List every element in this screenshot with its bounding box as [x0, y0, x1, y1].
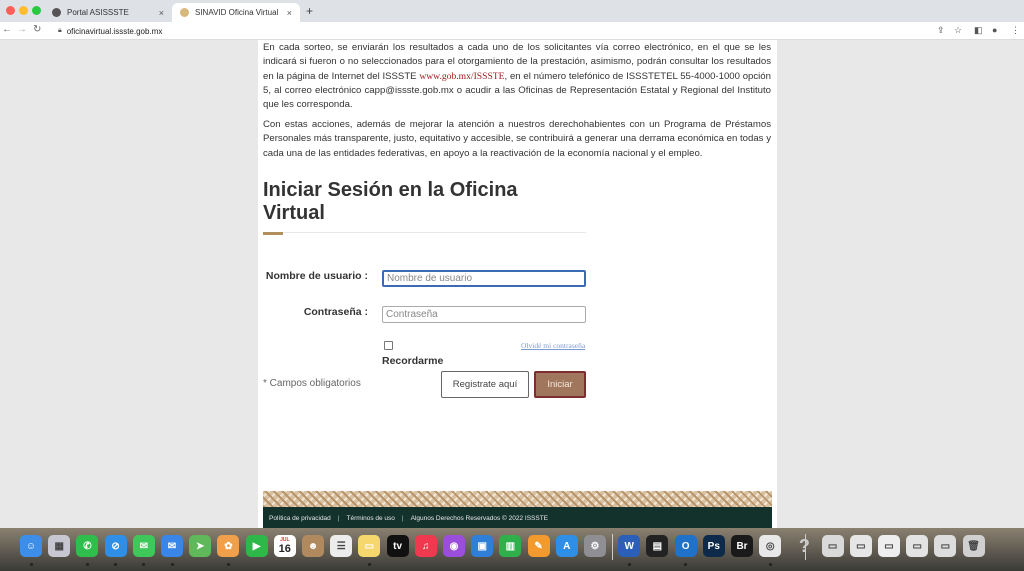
dock-divider [612, 534, 613, 560]
dock-safari-icon[interactable]: ⊘ [104, 535, 127, 557]
share-icon[interactable]: ⇪ [937, 25, 945, 36]
dock-window-thumb-1-icon[interactable]: ▭ [821, 535, 844, 557]
browser-tab-bar: Portal ASISSSTE × SINAVID Oficina Virtua… [0, 0, 1024, 22]
dock-contacts-icon[interactable]: ☻ [302, 535, 324, 557]
dock-running-indicator [367, 563, 371, 566]
dock-numbers-icon[interactable]: ▥ [499, 535, 522, 557]
dock-activity-monitor-icon[interactable]: ▤ [646, 535, 669, 557]
profile-avatar-icon[interactable]: ● [992, 25, 997, 35]
tab-label: SINAVID Oficina Virtual [195, 8, 279, 17]
footer-separator: | [401, 515, 404, 522]
info-paragraph-results: En cada sorteo, se enviarán los resultad… [263, 41, 771, 112]
dock-music-icon[interactable]: ♫ [414, 535, 437, 557]
dock-running-indicator [627, 563, 631, 566]
dock-whatsapp-icon[interactable]: ✆ [76, 535, 99, 557]
dock-messages-icon[interactable]: ✉ [132, 535, 155, 557]
privacy-policy-link[interactable]: Política de privacidad [269, 515, 331, 522]
copyright-text: Algunos Derechos Reservados © 2022 ISSST… [410, 515, 549, 522]
lock-icon: 🔒︎ [58, 27, 62, 34]
dock-running-indicator [226, 563, 230, 566]
back-arrow-icon[interactable]: ← [2, 24, 12, 35]
terms-of-use-link[interactable]: Términos de uso [347, 515, 395, 522]
forgot-password-link[interactable]: Olvidé mi contraseña [521, 341, 585, 350]
login-title: Iniciar Sesión en la Oficina Virtual [263, 179, 518, 224]
remember-me-checkbox[interactable] [384, 341, 393, 350]
dock-launchpad-icon[interactable]: ▦ [48, 535, 71, 557]
dock-chrome-icon[interactable]: ◎ [759, 535, 782, 557]
login-button[interactable]: Iniciar [534, 371, 586, 398]
close-tab-icon[interactable]: × [287, 8, 292, 18]
tab-sinavid[interactable]: SINAVID Oficina Virtual × [172, 3, 300, 22]
close-window-icon[interactable] [6, 6, 15, 15]
dock-window-thumb-3-icon[interactable]: ▭ [878, 535, 900, 557]
calendar-day: 16 [278, 543, 291, 555]
browser-toolbar: ← → ↻ 🔒︎ oficinavirtual.issste.gob.mx ⇪ … [0, 22, 1024, 40]
dock-trash-icon[interactable]: 🗑 [962, 535, 985, 557]
title-divider [263, 232, 586, 233]
dock-reminders-icon[interactable]: ☰ [330, 535, 353, 557]
dock-window-thumb-4-icon[interactable]: ▭ [906, 535, 929, 557]
dock-word-icon[interactable]: W [618, 535, 641, 557]
title-accent-bar [263, 232, 283, 235]
tab-label: Portal ASISSSTE [67, 8, 129, 17]
dock-window-thumb-5-icon[interactable]: ▭ [934, 535, 957, 557]
forward-arrow-icon[interactable]: → [17, 24, 27, 35]
dock-podcasts-icon[interactable]: ◉ [443, 535, 465, 557]
bookmark-star-icon[interactable]: ☆ [954, 25, 962, 36]
address-bar[interactable]: 🔒︎ oficinavirtual.issste.gob.mx [52, 23, 964, 39]
close-tab-icon[interactable]: × [159, 8, 164, 18]
dock-notes-icon[interactable]: ▭ [358, 535, 381, 557]
dock-bridge-icon[interactable]: Br [731, 535, 753, 557]
dock-running-indicator [114, 563, 118, 566]
username-input[interactable] [382, 270, 586, 287]
footer-separator: | [337, 515, 340, 522]
favicon-icon [180, 8, 189, 17]
dock-window-thumb-2-icon[interactable]: ▭ [849, 535, 872, 557]
dock-app-store-icon[interactable]: A [555, 535, 578, 557]
dock-outlook-icon[interactable]: O [674, 535, 697, 557]
macos-dock: ☺▦✆⊘✉✉➤✿▶JUL16☻☰▭tv♫◉▣▥✎A⚙W▤OPsBr◎?▭▭▭▭▭… [0, 528, 1024, 571]
footer-decorative-pattern [263, 491, 772, 507]
browser-menu-icon[interactable]: ⋮ [1011, 25, 1020, 36]
dock-divider [805, 534, 806, 560]
issste-website-link[interactable]: www.gob.mx/ISSSTE [419, 71, 504, 82]
dock-maps-icon[interactable]: ➤ [189, 535, 212, 557]
password-label: Contraseña : [303, 306, 368, 318]
dock-mail-icon[interactable]: ✉ [161, 535, 183, 557]
dock-calendar-icon[interactable]: JUL 16 [273, 535, 296, 557]
dock-running-indicator [170, 563, 174, 566]
maximize-window-icon[interactable] [32, 6, 41, 15]
dock-pages-icon[interactable]: ✎ [527, 535, 550, 557]
dock-running-indicator [29, 563, 33, 566]
minimize-window-icon[interactable] [19, 6, 28, 15]
dock-running-indicator [768, 563, 772, 566]
dock-running-indicator [85, 563, 89, 566]
dock-photoshop-icon[interactable]: Ps [702, 535, 725, 557]
dock-running-indicator [142, 563, 146, 566]
dock-system-preferences-icon[interactable]: ⚙ [584, 535, 606, 557]
password-input[interactable] [382, 306, 586, 323]
tab-portal-asissste[interactable]: Portal ASISSSTE × [44, 3, 172, 22]
required-fields-note: * Campos obligatorios [263, 378, 361, 389]
reload-icon[interactable]: ↻ [33, 24, 41, 35]
footer-bar: Política de privacidad | Términos de uso… [263, 507, 772, 530]
dock-facetime-icon[interactable]: ▶ [245, 535, 268, 557]
dock-running-indicator [684, 563, 688, 566]
info-paragraph-actions: Con estas acciones, además de mejorar la… [263, 119, 771, 159]
side-panel-icon[interactable]: ◧ [974, 25, 983, 36]
new-tab-button[interactable]: + [306, 4, 313, 18]
dock-photos-icon[interactable]: ✿ [217, 535, 240, 557]
dock-apple-tv-icon[interactable]: tv [386, 535, 409, 557]
globe-icon [52, 8, 61, 17]
url-text: oficinavirtual.issste.gob.mx [66, 26, 163, 36]
username-label: Nombre de usuario : [265, 270, 368, 282]
page-content: En cada sorteo, se enviarán los resultad… [258, 40, 777, 530]
register-button[interactable]: Registrate aquí [441, 371, 529, 398]
dock-keynote-icon[interactable]: ▣ [471, 535, 494, 557]
remember-me-label: Recordarme [382, 355, 444, 367]
dock-finder-icon[interactable]: ☺ [20, 535, 42, 557]
